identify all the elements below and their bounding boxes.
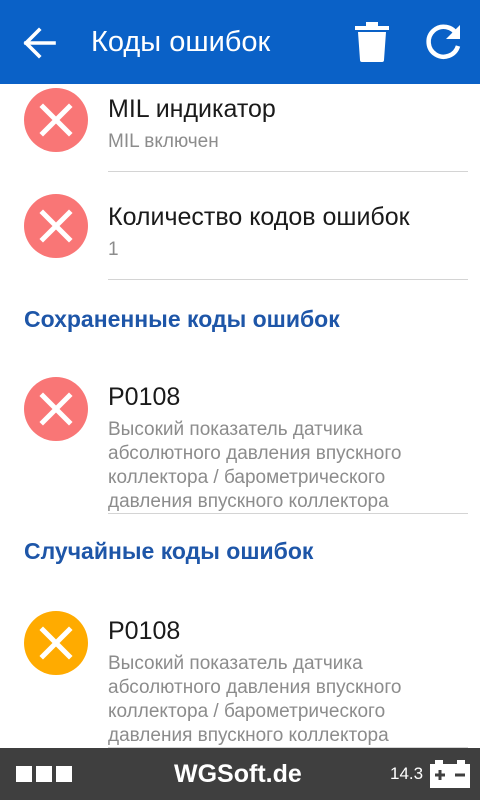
connection-squares-icon [16,766,78,782]
error-x-icon [24,377,88,441]
list-item-title: MIL индикатор [108,95,276,123]
error-codes-list[interactable]: MIL индикатор MIL включен Количество код… [0,84,480,748]
divider [108,279,468,280]
divider [108,513,468,514]
brand-label: WGSoft.de [174,760,302,788]
bottom-status-bar: WGSoft.de 14.3 [0,748,480,800]
list-item-subtitle: 1 [108,239,119,260]
list-item-code-count[interactable]: Количество кодов ошибок 1 [0,172,480,280]
error-code: P0108 [108,383,181,411]
section-header-stored: Сохраненные коды ошибок [24,306,340,332]
error-x-icon [24,88,88,152]
page-title: Коды ошибок [91,26,271,58]
section-header-pending: Случайные коды ошибок [24,538,314,564]
voltage-readout: 14.3 [390,764,424,783]
error-description: Высокий показатель датчика абсолютного д… [108,419,402,512]
refresh-icon[interactable] [424,22,464,62]
car-battery-icon [430,760,470,788]
list-item-pending-code[interactable]: P0108 Высокий показатель датчика абсолют… [0,588,480,748]
error-code: P0108 [108,617,181,645]
list-item-subtitle: MIL включен [108,131,219,152]
error-x-icon [24,194,88,258]
trash-icon[interactable] [355,22,389,62]
app-bar: Коды ошибок [0,0,480,84]
list-item-stored-code[interactable]: P0108 Высокий показатель датчика абсолют… [0,354,480,514]
warning-x-icon [24,611,88,675]
list-item-mil[interactable]: MIL индикатор MIL включен [0,84,480,172]
arrow-back-icon[interactable] [22,27,58,59]
list-item-title: Количество кодов ошибок [108,203,410,231]
error-description: Высокий показатель датчика абсолютного д… [108,653,402,746]
